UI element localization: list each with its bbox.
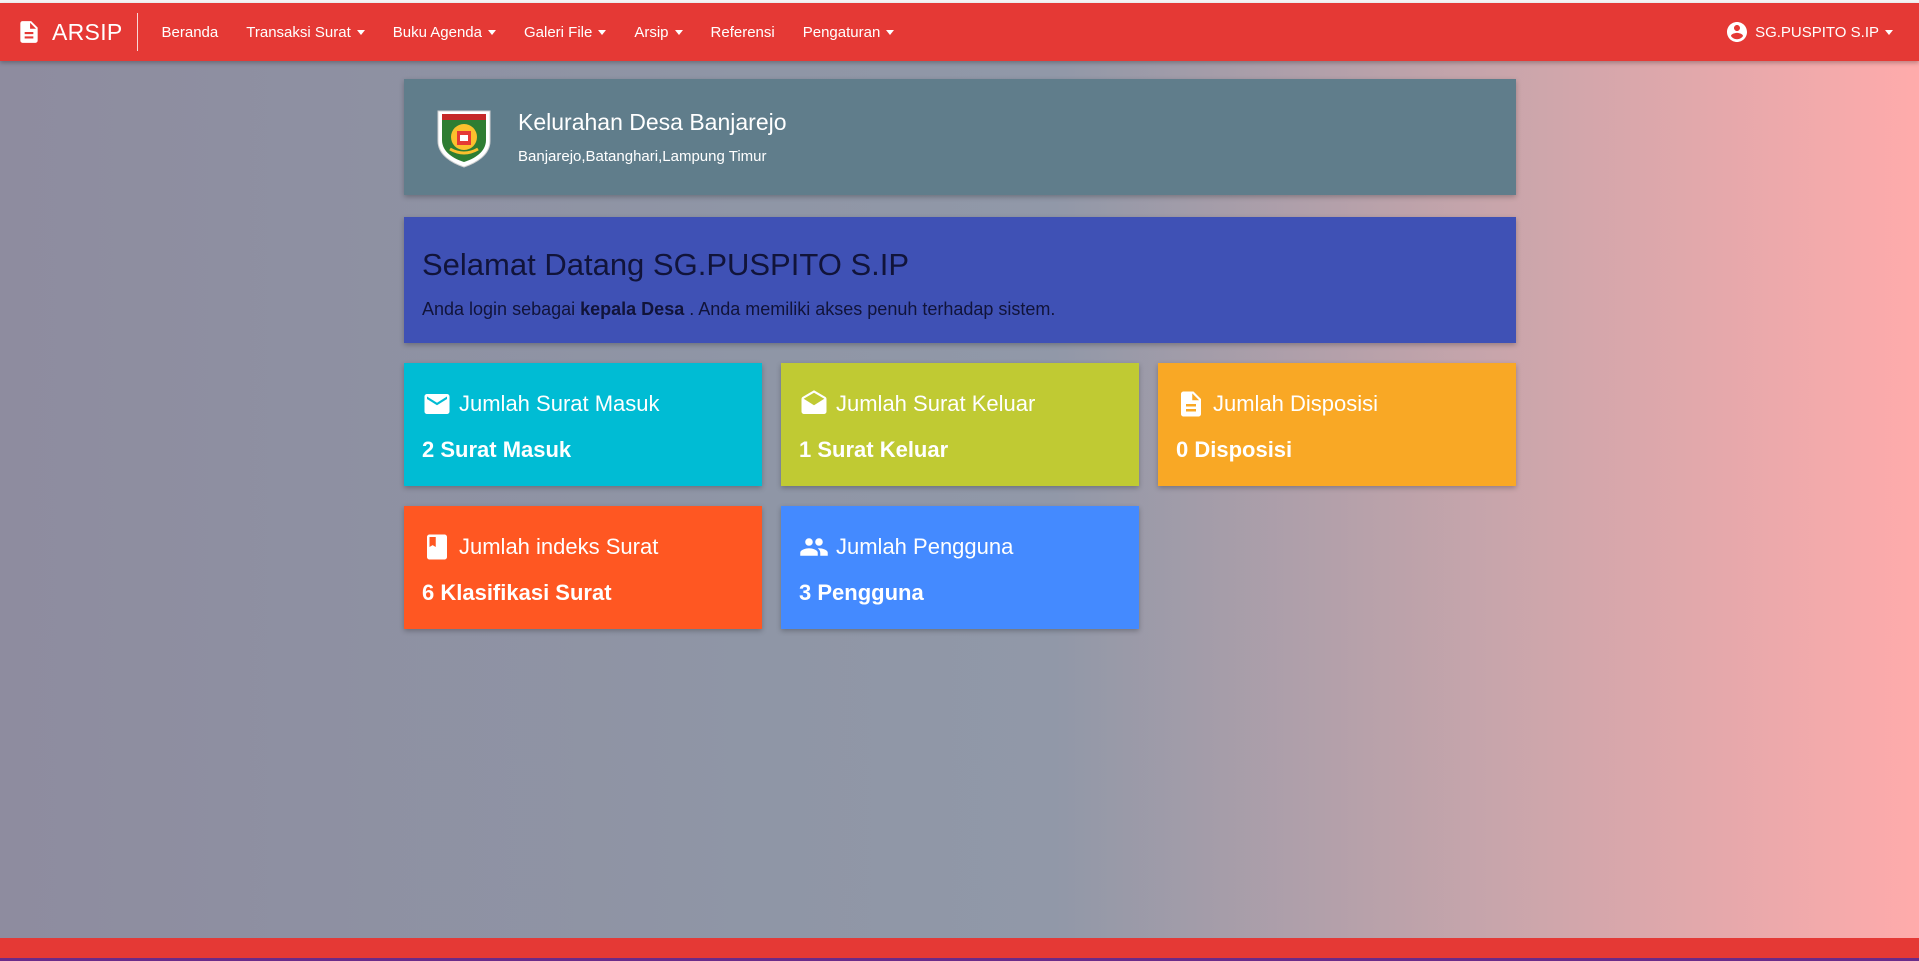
nav-item-label: Arsip: [634, 23, 669, 41]
stat-title: Jumlah Surat Keluar: [836, 391, 1036, 416]
village-header-card: Kelurahan Desa Banjarejo Banjarejo,Batan…: [404, 79, 1516, 195]
nav-item-arsip[interactable]: Arsip: [620, 3, 696, 61]
welcome-title: Selamat Datang SG.PUSPITO S.IP: [422, 247, 910, 282]
account-circle-icon: [1725, 20, 1749, 44]
user-name: SG.PUSPITO S.IP: [1755, 23, 1879, 41]
nav-item-label: Beranda: [161, 23, 219, 41]
stat-value: 3 Pengguna: [799, 580, 924, 605]
welcome-text: Anda login sebagai kepala Desa . Anda me…: [422, 299, 1498, 320]
stat-value: 2 Surat Masuk: [422, 437, 572, 462]
stat-card-surat-masuk[interactable]: Jumlah Surat Masuk 2 Surat Masuk: [404, 363, 762, 486]
stat-card-surat-keluar[interactable]: Jumlah Surat Keluar 1 Surat Keluar: [781, 363, 1139, 486]
nav-menu: Beranda Transaksi Surat Buku Agenda Gale…: [148, 3, 909, 61]
nav-item-label: Referensi: [710, 23, 775, 41]
brand-title: ARSIP: [52, 18, 123, 45]
village-header-text: Kelurahan Desa Banjarejo Banjarejo,Batan…: [518, 109, 787, 165]
stat-title: Jumlah Disposisi: [1213, 391, 1379, 416]
nav-item-label: Transaksi Surat: [246, 23, 351, 41]
caret-down-icon: [674, 29, 683, 35]
stat-card-pengguna[interactable]: Jumlah Pengguna 3 Pengguna: [781, 506, 1139, 629]
village-title: Kelurahan Desa Banjarejo: [518, 109, 787, 135]
welcome-card: Selamat Datang SG.PUSPITO S.IP Anda logi…: [404, 217, 1516, 343]
stat-header: Jumlah Surat Masuk: [422, 389, 744, 419]
welcome-text-after: . Anda memiliki akses penuh terhadap sis…: [689, 299, 1056, 319]
user-menu[interactable]: SG.PUSPITO S.IP: [1725, 3, 1893, 61]
village-emblem-logo: [437, 110, 491, 168]
stat-header: Jumlah Disposisi: [1176, 389, 1498, 419]
stat-header: Jumlah Surat Keluar: [799, 389, 1121, 419]
village-subtitle: Banjarejo,Batanghari,Lampung Timur: [518, 148, 767, 165]
nav-item-label: Pengaturan: [802, 23, 881, 41]
nav-item-label: Buku Agenda: [392, 23, 482, 41]
stat-value: 1 Surat Keluar: [799, 437, 949, 462]
people-icon: [800, 538, 828, 556]
mail-icon: [424, 394, 450, 414]
document-icon: [16, 16, 42, 48]
stat-header: Jumlah indeks Surat: [422, 532, 744, 562]
caret-down-icon: [1885, 29, 1893, 35]
stat-value: 6 Klasifikasi Surat: [422, 580, 612, 605]
caret-down-icon: [487, 29, 496, 35]
navbar: ARSIP Beranda Transaksi Surat Buku Agend…: [0, 3, 1919, 61]
nav-item-galeri-file[interactable]: Galeri File: [510, 3, 620, 61]
description-icon: [1181, 391, 1201, 417]
nav-item-transaksi-surat[interactable]: Transaksi Surat: [232, 3, 378, 61]
stat-title: Jumlah Surat Masuk: [459, 391, 660, 416]
caret-down-icon: [356, 29, 365, 35]
caret-down-icon: [598, 29, 607, 35]
stat-value: 0 Disposisi: [1176, 437, 1293, 462]
welcome-text-before: Anda login sebagai: [422, 299, 576, 319]
nav-item-pengaturan[interactable]: Pengaturan: [789, 3, 909, 61]
nav-item-buku-agenda[interactable]: Buku Agenda: [379, 3, 510, 61]
stat-title: Jumlah indeks Surat: [459, 534, 659, 559]
stat-title: Jumlah Pengguna: [836, 534, 1014, 559]
brand[interactable]: ARSIP: [0, 3, 123, 61]
nav-item-referensi[interactable]: Referensi: [697, 3, 789, 61]
stat-card-indeks-surat[interactable]: Jumlah indeks Surat 6 Klasifikasi Surat: [404, 506, 762, 629]
caret-down-icon: [886, 29, 895, 35]
bookmark-icon: [427, 534, 447, 560]
stat-card-disposisi[interactable]: Jumlah Disposisi 0 Disposisi: [1158, 363, 1516, 486]
brand-divider: [136, 13, 138, 51]
drafts-icon: [801, 390, 827, 414]
stat-header: Jumlah Pengguna: [799, 532, 1121, 562]
nav-item-label: Galeri File: [523, 23, 593, 41]
user-role: kepala Desa: [580, 299, 685, 319]
nav-item-beranda[interactable]: Beranda: [148, 3, 233, 61]
